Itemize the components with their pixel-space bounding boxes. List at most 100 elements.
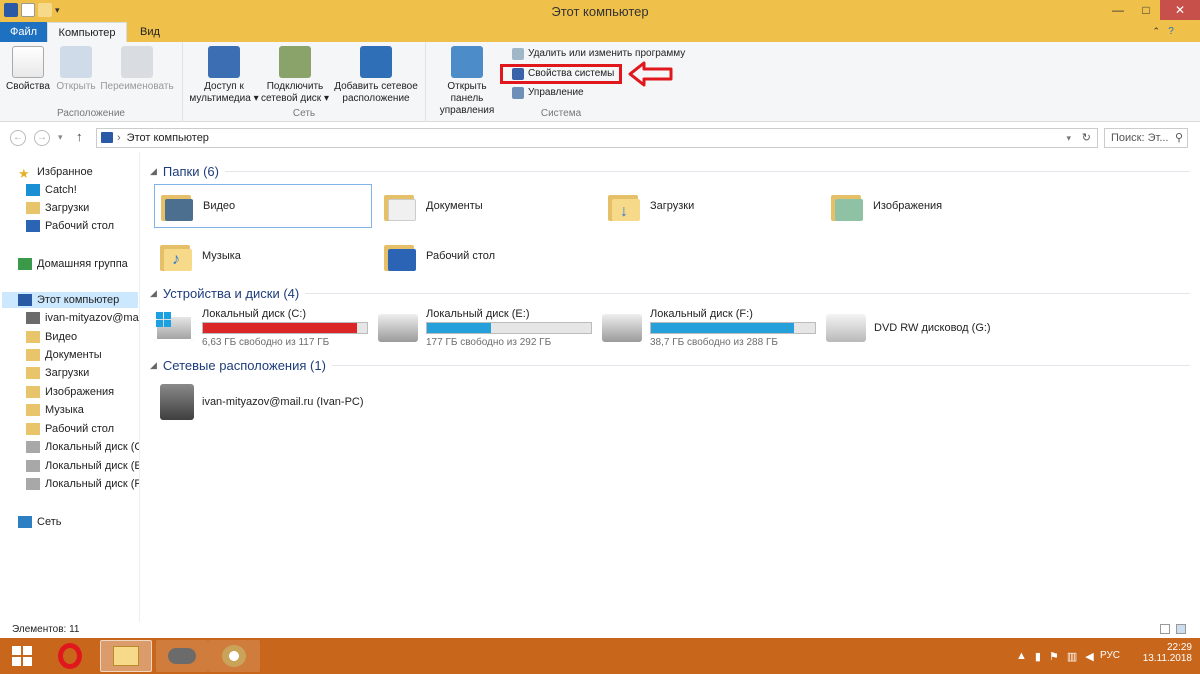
folder-tile-music[interactable]: ♪ Музыка [154, 234, 372, 278]
network-drive-icon [26, 312, 40, 324]
homegroup-icon [18, 258, 32, 270]
section-divider [305, 293, 1190, 294]
sidebar-item-1[interactable]: Catch! [26, 182, 77, 198]
sidebar-item-5[interactable]: Этот компьютер [2, 292, 138, 308]
volume-icon[interactable]: ◀ [1085, 650, 1093, 663]
highlight-box [500, 64, 622, 84]
collapse-icon: ◢ [150, 166, 157, 176]
devices-section-title: Устройства и диски (4) [162, 286, 300, 301]
sidebar-item-label: Этот компьютер [37, 294, 120, 306]
folder-name: Видео [203, 200, 236, 212]
address-dropdown-icon[interactable]: ▾ [1066, 129, 1071, 147]
show-hidden-icon[interactable]: ▲ [1016, 650, 1027, 663]
power-icon[interactable]: ▮ [1035, 650, 1041, 663]
folder-name: Рабочий стол [426, 250, 496, 262]
help-button[interactable]: ? [1164, 25, 1178, 39]
sidebar-item-13[interactable]: Локальный диск (C [26, 439, 139, 455]
map-drive-button[interactable]: Подключить сетевой диск ▾ [259, 46, 331, 105]
start-button[interactable] [4, 640, 40, 672]
search-input[interactable]: Поиск: Эт... ⚲ [1104, 128, 1188, 148]
sidebar-item-label: Локальный диск (F: [45, 478, 140, 490]
forward-button[interactable]: → [34, 130, 50, 146]
manage-button[interactable]: Управление [512, 85, 584, 101]
network-location-tile[interactable]: ivan-mityazov@mail.ru (Ivan-PC) [160, 380, 400, 424]
uninstall-program-button[interactable]: Удалить или изменить программу [512, 46, 685, 62]
section-divider [331, 365, 1190, 366]
devices-section-header[interactable]: ◢ Устройства и диски (4) [150, 286, 1190, 301]
network-section-header[interactable]: ◢ Сетевые расположения (1) [150, 358, 1190, 373]
properties-icon [12, 46, 44, 78]
paint-taskbar-button[interactable] [208, 640, 260, 672]
opera-icon [58, 643, 82, 669]
network-group-label: Сеть [292, 108, 316, 119]
flag-icon[interactable]: ⚑ [1049, 650, 1059, 663]
sidebar-item-label: Локальный диск (E: [45, 460, 140, 472]
folder-tile-downloads[interactable]: ↓ Загрузки [602, 184, 820, 228]
sidebar-item-6[interactable]: ivan-mityazov@mai [26, 310, 139, 326]
control-panel-button[interactable]: Открыть панель управления [430, 46, 504, 117]
downloads-folder-icon: ↓ [608, 191, 642, 221]
sidebar-item-8[interactable]: Документы [26, 347, 102, 363]
item-count: Элементов: 11 [12, 624, 80, 635]
sidebar-item-2[interactable]: Загрузки [26, 200, 89, 216]
sidebar-item-16[interactable]: Сеть [18, 514, 61, 530]
sidebar-item-0[interactable]: ★ Избранное [18, 164, 93, 181]
tab-file[interactable]: Файл [0, 22, 47, 42]
details-view-icon[interactable] [1160, 624, 1170, 634]
drive-name: Локальный диск (C:) [202, 308, 307, 320]
computer-icon [101, 132, 113, 143]
language-indicator[interactable]: РУС [1100, 650, 1120, 661]
sidebar-item-14[interactable]: Локальный диск (E: [26, 458, 140, 474]
drive-tile[interactable]: Локальный диск (F:) 38,7 ГБ свободно из 2… [602, 308, 822, 352]
rename-button[interactable]: Переименовать [98, 46, 176, 93]
open-label: Открыть [56, 81, 96, 92]
network-status-icon[interactable]: ▥ [1067, 650, 1077, 663]
properties-button[interactable]: Свойства [6, 46, 50, 93]
tiles-view-icon[interactable] [1176, 624, 1186, 634]
sidebar-item-label: Загрузки [45, 367, 90, 379]
opera-taskbar-button[interactable] [44, 640, 96, 672]
drive-tile[interactable]: Локальный диск (E:) 177 ГБ свободно из 29… [378, 308, 598, 352]
back-button[interactable]: ← [10, 130, 26, 146]
drive-free-space: 38,7 ГБ свободно из 288 ГБ [650, 337, 778, 348]
network-section-title: Сетевые расположения (1) [162, 358, 326, 373]
tab-computer[interactable]: Компьютер [47, 22, 127, 42]
open-button[interactable]: Открыть [54, 46, 98, 93]
folder-tile-documents[interactable]: Документы [378, 184, 596, 228]
folder-name: Загрузки [650, 200, 695, 212]
refresh-icon[interactable]: ↻ [1082, 129, 1091, 147]
hard-drive-icon [378, 314, 418, 342]
recent-dropdown-icon[interactable]: ▾ [58, 132, 63, 143]
tab-view[interactable]: Вид [128, 22, 172, 42]
folder-tile-desktop[interactable]: Рабочий стол [378, 234, 596, 278]
address-field[interactable]: › Этот компьютер ▾ ↻ [96, 128, 1098, 148]
maximize-button[interactable]: □ [1132, 0, 1160, 20]
sidebar-item-label: Документы [45, 349, 102, 361]
sidebar-item-15[interactable]: Локальный диск (F: [26, 476, 140, 492]
close-button[interactable]: ✕ [1160, 0, 1200, 20]
sidebar-item-7[interactable]: Видео [26, 329, 77, 345]
minimize-button[interactable]: — [1104, 0, 1132, 20]
folder-icon [26, 349, 40, 361]
folder-tile-video[interactable]: Видео [154, 184, 372, 228]
sidebar-item-11[interactable]: Музыка [26, 402, 84, 418]
sidebar-item-4[interactable]: Домашняя группа [18, 256, 128, 272]
clock[interactable]: 22:29 13.11.2018 [1143, 642, 1192, 664]
explorer-taskbar-button[interactable] [100, 640, 152, 672]
up-button[interactable]: ↑ [76, 129, 83, 144]
collapse-ribbon-icon[interactable]: ⌃ [1152, 26, 1160, 37]
sidebar-item-label: Загрузки [45, 202, 90, 214]
folder-tile-pictures[interactable]: Изображения [825, 184, 1043, 228]
sidebar-item-label: Рабочий стол [45, 220, 115, 232]
add-network-location-button[interactable]: Добавить сетевое расположение [331, 46, 421, 105]
sidebar-item-9[interactable]: Загрузки [26, 365, 89, 381]
drive-tile[interactable]: Локальный диск (C:) 6,63 ГБ свободно из 1… [154, 308, 374, 352]
sidebar-item-3[interactable]: Рабочий стол [26, 218, 114, 234]
folders-section-header[interactable]: ◢ Папки (6) [150, 164, 1190, 179]
sidebar-item-10[interactable]: Изображения [26, 384, 114, 400]
dvd-drive-tile[interactable]: DVD RW дисковод (G:) [826, 308, 1044, 352]
folder-icon [26, 423, 40, 435]
app-taskbar-button[interactable] [156, 640, 208, 672]
sidebar-item-12[interactable]: Рабочий стол [26, 421, 114, 437]
media-access-button[interactable]: Доступ к мультимедиа ▾ [187, 46, 261, 105]
